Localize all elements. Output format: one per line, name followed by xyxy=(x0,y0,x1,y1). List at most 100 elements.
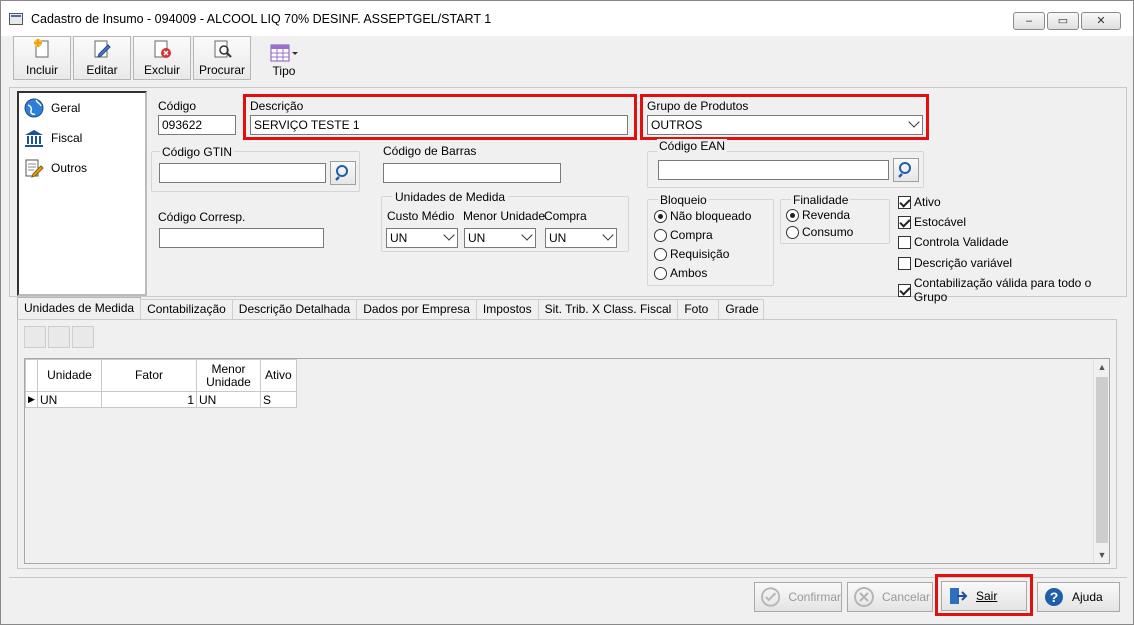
tab-contabilizacao[interactable]: Contabilização xyxy=(140,299,233,319)
chevron-down-icon xyxy=(602,229,614,241)
document-edit-icon xyxy=(25,159,44,178)
radio-dot xyxy=(654,247,667,261)
tab-strip: Unidades de Medida Contabilização Descri… xyxy=(17,297,765,319)
codigo-field[interactable]: 093622 xyxy=(158,115,236,135)
delete-row-button[interactable] xyxy=(72,326,94,348)
tab-impostos[interactable]: Impostos xyxy=(475,299,539,319)
compra-label: Compra xyxy=(544,209,587,223)
finalidade-revenda-radio[interactable]: Revenda xyxy=(786,208,850,222)
sair-button[interactable]: Sair xyxy=(941,581,1027,611)
ativo-checkbox[interactable]: Ativo xyxy=(898,195,941,209)
gtin-search-button[interactable] xyxy=(330,161,356,185)
nav-item-outros[interactable]: Outros xyxy=(19,153,145,183)
nav-item-geral[interactable]: Geral xyxy=(19,93,145,123)
edit-row-button[interactable] xyxy=(48,326,70,348)
toolbar: Incluir Editar Excluir Procurar Tipo xyxy=(1,36,1133,82)
grid-toolbar xyxy=(24,326,94,348)
checkbox-label: Contabilização válida para todo o Grupo xyxy=(913,276,1092,304)
procurar-label: Procurar xyxy=(198,63,245,77)
contabilizacao-grupo-checkbox[interactable]: Contabilização válida para todo o Grupo xyxy=(898,276,1126,304)
barras-field[interactable] xyxy=(383,163,561,183)
menor-unidade-label: Menor Unidade xyxy=(463,209,546,223)
bloqueio-compra-radio[interactable]: Compra xyxy=(654,228,713,242)
cell-ativo[interactable]: S xyxy=(260,391,297,408)
column-header-unidade[interactable]: Unidade xyxy=(37,359,102,392)
codigo-label: Código xyxy=(158,99,197,113)
finalidade-consumo-radio[interactable]: Consumo xyxy=(786,225,853,239)
bloqueio-nao-bloqueado-radio[interactable]: Não bloqueado xyxy=(654,209,751,223)
custo-medio-value: UN xyxy=(390,231,408,245)
excluir-button[interactable]: Excluir xyxy=(133,36,191,80)
cancelar-button[interactable]: Cancelar xyxy=(847,582,933,612)
checkbox-label: Estocável xyxy=(914,215,967,229)
finalidade-group-label: Finalidade xyxy=(791,193,851,207)
maximize-button[interactable]: ▭ xyxy=(1047,12,1079,30)
scroll-thumb[interactable] xyxy=(1096,377,1108,543)
cell-fator[interactable]: 1 xyxy=(101,391,197,408)
tipo-dropdown[interactable]: Tipo xyxy=(255,36,313,80)
window-title: Cadastro de Insumo - 094009 - ALCOOL LIQ… xyxy=(31,11,492,26)
ajuda-button[interactable]: ? Ajuda xyxy=(1037,582,1120,612)
scroll-down-icon[interactable]: ▼ xyxy=(1094,547,1110,563)
ean-search-button[interactable] xyxy=(893,158,919,182)
tab-dados-por-empresa[interactable]: Dados por Empresa xyxy=(356,299,477,319)
confirmar-button[interactable]: Confirmar xyxy=(754,582,842,612)
ajuda-label: Ajuda xyxy=(1072,590,1103,604)
bloqueio-requisicao-radio[interactable]: Requisição xyxy=(654,247,729,261)
custo-medio-select[interactable]: UN xyxy=(386,228,458,248)
nav-list: Geral Fiscal Outros xyxy=(17,91,147,296)
descricao-variavel-checkbox[interactable]: Descrição variável xyxy=(898,256,1012,270)
chevron-down-icon xyxy=(443,229,455,241)
cell-menor[interactable]: UN xyxy=(196,391,261,408)
descricao-field[interactable]: SERVIÇO TESTE 1 xyxy=(250,115,628,135)
radio-label: Requisição xyxy=(670,247,730,261)
table-icon xyxy=(270,44,298,62)
exit-door-icon xyxy=(950,588,968,604)
cancel-circle-icon xyxy=(854,587,874,607)
radio-dot xyxy=(786,225,799,239)
bloqueio-ambos-radio[interactable]: Ambos xyxy=(654,266,707,280)
barras-label: Código de Barras xyxy=(383,144,477,158)
column-header-ativo[interactable]: Ativo xyxy=(260,359,297,392)
incluir-button[interactable]: Incluir xyxy=(13,36,71,80)
tab-descricao-detalhada[interactable]: Descrição Detalhada xyxy=(231,299,358,319)
tab-sit-trib[interactable]: Sit. Trib. X Class. Fiscal xyxy=(537,299,679,319)
units-table: Unidade Fator Menor Unidade Ativo ▶ UN 1… xyxy=(25,359,297,408)
nav-item-fiscal[interactable]: Fiscal xyxy=(19,123,145,153)
grupo-select[interactable]: OUTROS xyxy=(647,115,923,135)
incluir-label: Incluir xyxy=(25,63,58,77)
tab-foto[interactable]: Foto xyxy=(677,299,720,319)
procurar-button[interactable]: Procurar xyxy=(193,36,251,80)
gtin-field[interactable] xyxy=(159,163,326,183)
cancelar-label: Cancelar xyxy=(882,590,931,604)
column-header-menor-unidade[interactable]: Menor Unidade xyxy=(196,359,261,392)
delete-document-icon xyxy=(154,40,171,58)
vertical-scrollbar[interactable]: ▲ ▼ xyxy=(1093,359,1109,563)
menor-unidade-select[interactable]: UN xyxy=(464,228,536,248)
cell-unidade[interactable]: UN xyxy=(37,391,102,408)
scroll-up-icon[interactable]: ▲ xyxy=(1094,359,1110,375)
tab-grade[interactable]: Grade xyxy=(718,299,765,319)
column-header-fator[interactable]: Fator xyxy=(101,359,197,392)
chevron-down-icon xyxy=(908,116,920,128)
radio-label: Compra xyxy=(670,228,713,242)
radio-dot xyxy=(654,266,667,280)
units-grid: Unidade Fator Menor Unidade Ativo ▶ UN 1… xyxy=(24,358,1110,564)
controla-validade-checkbox[interactable]: Controla Validade xyxy=(898,235,1009,249)
minimize-button[interactable]: ‒ xyxy=(1013,12,1045,30)
menor-unidade-value: UN xyxy=(468,231,486,245)
estocavel-checkbox[interactable]: Estocável xyxy=(898,215,966,229)
tab-unidades-de-medida[interactable]: Unidades de Medida xyxy=(17,297,142,319)
editar-button[interactable]: Editar xyxy=(73,36,131,80)
corresp-label: Código Corresp. xyxy=(158,210,246,224)
checkbox-label: Ativo xyxy=(914,195,941,209)
compra-select[interactable]: UN xyxy=(545,228,617,248)
close-button[interactable]: ✕ xyxy=(1081,12,1121,30)
corresp-field[interactable] xyxy=(159,228,324,248)
grupo-label: Grupo de Produtos xyxy=(647,99,749,113)
radio-label: Consumo xyxy=(802,225,854,239)
ean-field[interactable] xyxy=(658,160,889,180)
radio-dot xyxy=(654,228,667,242)
table-row[interactable]: ▶ UN 1 UN S xyxy=(25,391,297,408)
add-row-button[interactable] xyxy=(24,326,46,348)
